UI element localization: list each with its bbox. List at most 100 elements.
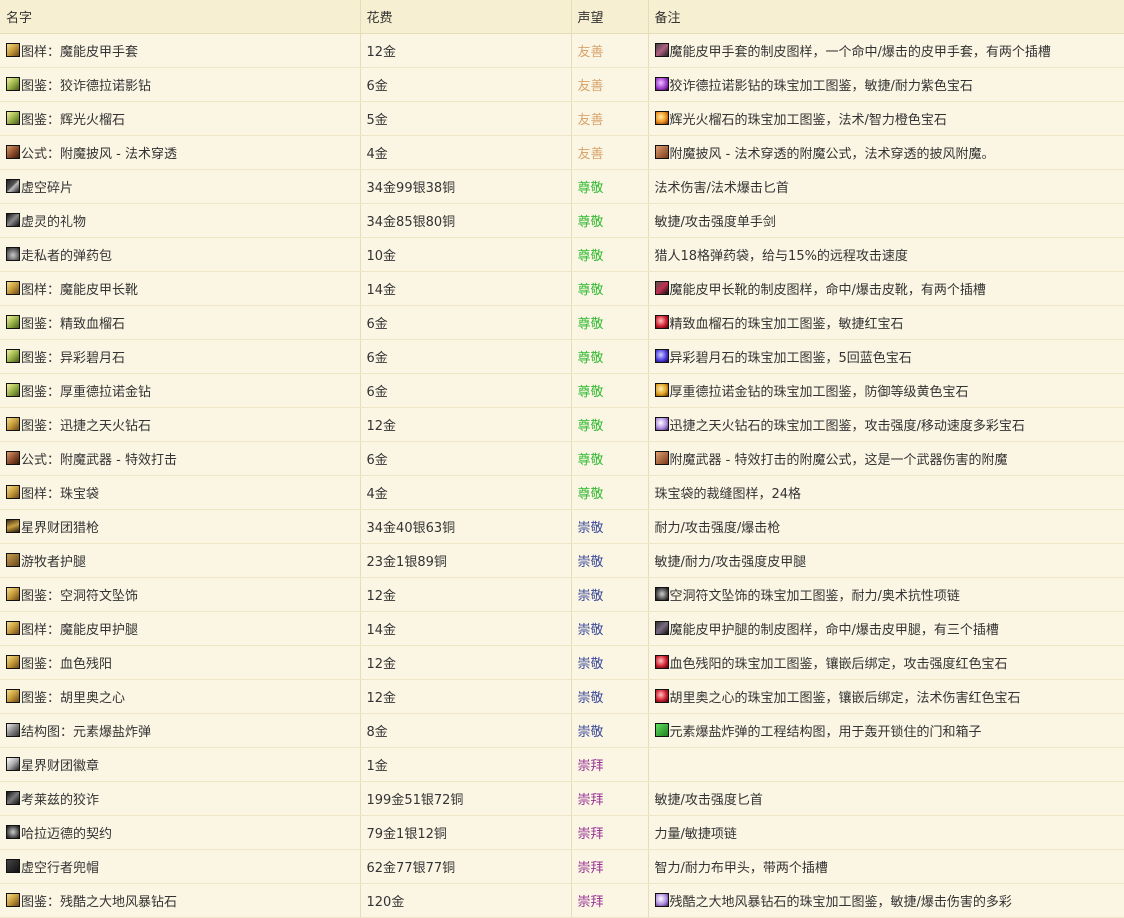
item-note: 迅捷之天火钻石的珠宝加工图鉴，攻击强度/移动速度多彩宝石 [669,418,1025,434]
recipe-icon[interactable] [6,621,20,635]
item-name[interactable]: 考莱兹的狡诈 [21,789,99,808]
item-name-wrap: 考莱兹的狡诈 [6,789,354,808]
recipe-icon[interactable] [6,485,20,499]
item-name-wrap: 公式：附魔武器 - 特效打击 [6,449,354,468]
design-icon[interactable] [6,349,20,363]
item-name-cell: 图鉴：胡里奥之心 [0,679,361,714]
recipe-icon[interactable] [6,689,20,703]
shard-icon[interactable] [6,179,20,193]
item-name[interactable]: 图鉴：残酷之大地风暴钻石 [21,891,177,910]
item-note-wrap: 附魔披风 - 法术穿透的附魔公式，法术穿透的披风附魔。 [654,143,1119,162]
bomb-icon[interactable] [654,723,669,737]
orange-gem-icon[interactable] [654,111,669,125]
blue-gem-icon[interactable] [654,349,669,363]
table-row: 虚空碎片 34金99银38铜 尊敬 法术伤害/法术爆击匕首 [0,169,1124,204]
purple-gem-icon[interactable] [654,77,669,91]
item-name[interactable]: 星界财团猎枪 [21,517,99,536]
necklace-icon[interactable] [6,825,20,839]
item-name[interactable]: 图鉴：胡里奥之心 [21,687,125,706]
yellow-gem-icon[interactable] [654,383,669,397]
item-note-cell: 残酷之大地风暴钻石的珠宝加工图鉴，敏捷/爆击伤害的多彩 [648,883,1124,918]
item-name[interactable]: 图鉴：厚重德拉诺金钻 [21,381,151,400]
design-icon[interactable] [6,383,20,397]
gun-icon[interactable] [6,519,20,533]
item-note-cell: 敏捷/攻击强度匕首 [648,781,1124,816]
item-note: 空洞符文坠饰的珠宝加工图鉴，耐力/奥术抗性项链 [669,588,960,604]
recipe-icon[interactable] [6,281,20,295]
item-name[interactable]: 哈拉迈德的契约 [21,823,112,842]
formula-icon[interactable] [6,145,20,159]
item-name[interactable]: 图鉴：迅捷之天火钻石 [21,415,151,434]
table-row: 图样：魔能皮甲手套 12金 友善 魔能皮甲手套的制皮图样，一个命中/爆击的皮甲手套，有… [0,33,1124,68]
item-note: 智力/耐力布甲头，带两个插槽 [654,860,828,876]
item-name[interactable]: 图样：魔能皮甲护腿 [21,619,138,638]
helm-icon[interactable] [6,859,20,873]
gift-icon[interactable] [6,213,20,227]
cloak-icon[interactable] [654,451,669,465]
pants-icon[interactable] [654,621,669,635]
item-note-wrap: 珠宝袋的裁缝图样，24格 [655,483,1119,502]
item-name-cell: 图样：魔能皮甲手套 [0,33,361,68]
design-icon[interactable] [6,77,20,91]
design-icon[interactable] [6,315,20,329]
reputation-level: 崇拜 [571,815,649,850]
item-name-cell: 图样：魔能皮甲护腿 [0,611,361,646]
table-row: 图样：珠宝袋 4金 尊敬 珠宝袋的裁缝图样，24格 [0,475,1124,510]
table-row: 星界财团徽章 1金 崇拜 [0,747,1124,782]
item-name[interactable]: 图鉴：狡诈德拉诺影钻 [21,75,151,94]
item-name[interactable]: 游牧者护腿 [21,551,86,570]
item-name[interactable]: 星界财团徽章 [21,755,99,774]
boots-icon[interactable] [654,281,669,295]
design-icon[interactable] [6,111,20,125]
reputation-level: 崇敬 [571,713,649,748]
table-row: 图鉴：厚重德拉诺金钻 6金 尊敬 厚重德拉诺金钻的珠宝加工图鉴，防御等级黄色宝石 [0,373,1124,408]
recipe-icon[interactable] [6,587,20,601]
item-name[interactable]: 图样：魔能皮甲手套 [21,41,138,60]
ammo-icon[interactable] [6,247,20,261]
item-name[interactable]: 走私者的弹药包 [21,245,112,264]
recipe-icon[interactable] [6,893,20,907]
item-name[interactable]: 图鉴：精致血榴石 [21,313,125,332]
formula-icon[interactable] [6,451,20,465]
red-gem-icon[interactable] [654,689,669,703]
prismatic-gem-icon[interactable] [654,893,669,907]
prismatic-gem-icon[interactable] [654,417,669,431]
item-name[interactable]: 公式：附魔武器 - 特效打击 [21,449,177,468]
red-gem-icon[interactable] [654,655,669,669]
item-name[interactable]: 图样：魔能皮甲长靴 [21,279,138,298]
item-name[interactable]: 结构图：元素爆盐炸弹 [21,721,151,740]
badge-icon[interactable] [6,757,20,771]
legs-icon[interactable] [6,553,20,567]
schematic-icon[interactable] [6,723,20,737]
item-note-wrap: 精致血榴石的珠宝加工图鉴，敏捷红宝石 [654,313,1119,332]
item-name-wrap: 图鉴：胡里奥之心 [6,687,354,706]
item-name[interactable]: 图鉴：辉光火榴石 [21,109,125,128]
item-note-wrap: 胡里奥之心的珠宝加工图鉴，镶嵌后绑定，法术伤害红色宝石 [654,687,1119,706]
red-gem-icon[interactable] [654,315,669,329]
cloak-icon[interactable] [654,145,669,159]
item-name[interactable]: 虚灵的礼物 [21,211,86,230]
recipe-icon[interactable] [6,655,20,669]
item-name[interactable]: 公式：附魔披风 - 法术穿透 [21,143,177,162]
item-name[interactable]: 图样：珠宝袋 [21,483,99,502]
recipe-icon[interactable] [6,417,20,431]
item-note-wrap: 辉光火榴石的珠宝加工图鉴，法术/智力橙色宝石 [654,109,1119,128]
necklace-icon[interactable] [654,587,669,601]
dagger-icon[interactable] [6,791,20,805]
header-note: 备注 [648,0,1124,34]
item-note-cell: 智力/耐力布甲头，带两个插槽 [648,849,1124,884]
item-name[interactable]: 图鉴：血色残阳 [21,653,112,672]
item-name-wrap: 图样：魔能皮甲手套 [6,41,354,60]
item-name-wrap: 图鉴：辉光火榴石 [6,109,354,128]
item-name[interactable]: 虚空行者兜帽 [21,857,99,876]
item-name-wrap: 游牧者护腿 [6,551,354,570]
item-name[interactable]: 虚空碎片 [21,177,73,196]
gloves-icon[interactable] [654,43,669,57]
item-cost: 10金 [360,237,572,272]
item-note-wrap: 厚重德拉诺金钻的珠宝加工图鉴，防御等级黄色宝石 [654,381,1119,400]
item-name[interactable]: 图鉴：异彩碧月石 [21,347,125,366]
item-cost: 12金 [360,33,572,68]
item-name-wrap: 图鉴：血色残阳 [6,653,354,672]
recipe-icon[interactable] [6,43,20,57]
item-name[interactable]: 图鉴：空洞符文坠饰 [21,585,138,604]
